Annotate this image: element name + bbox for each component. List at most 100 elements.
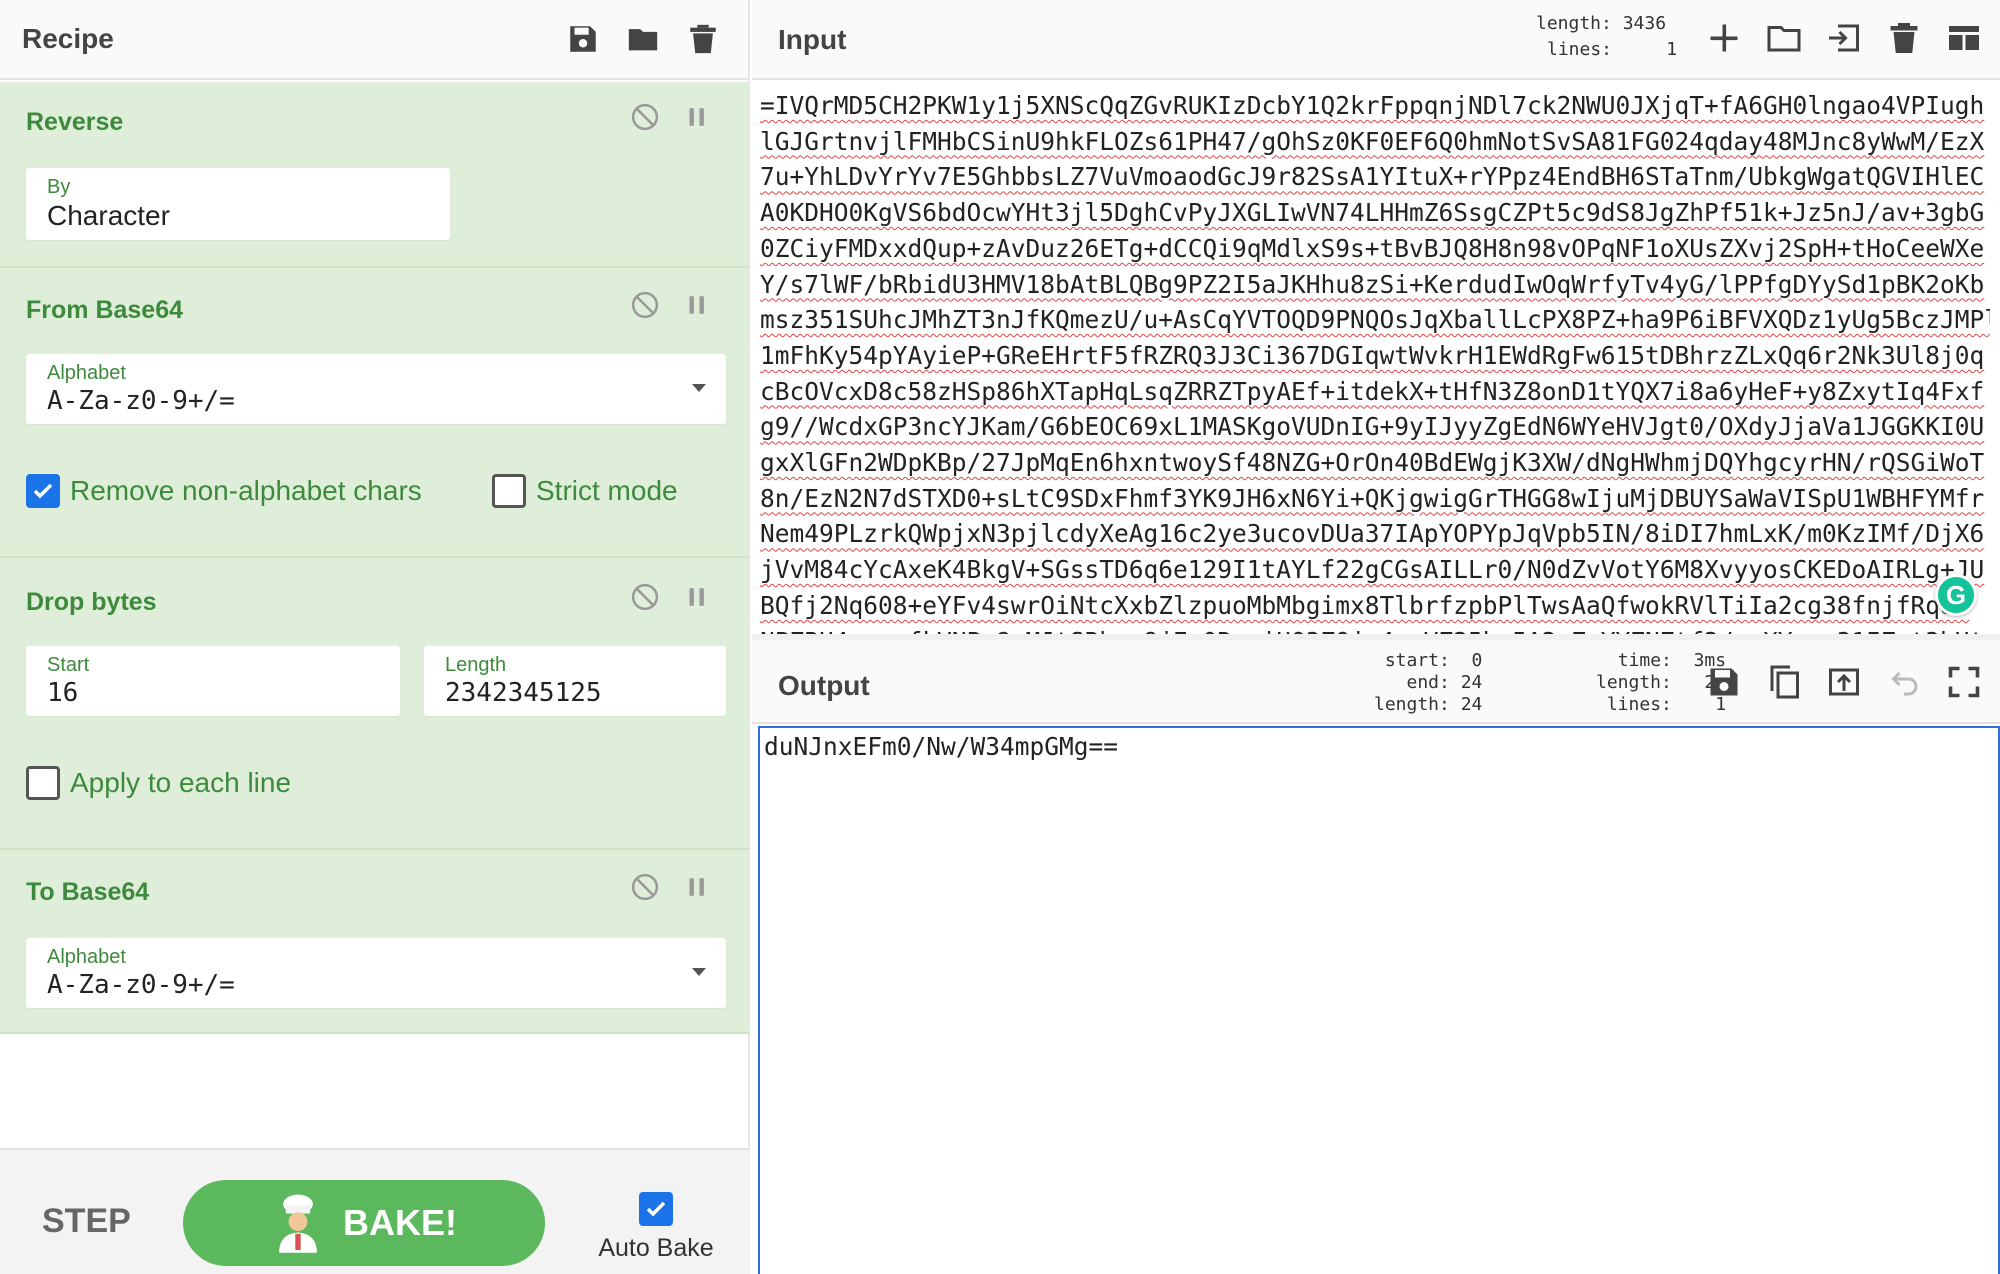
output-title: Output bbox=[778, 670, 870, 701]
pause-icon[interactable] bbox=[682, 102, 712, 132]
input-stats-lines: lines: 1 bbox=[1547, 39, 1677, 61]
checkbox-checked-icon bbox=[26, 474, 60, 508]
input-line: g9//WcdxGP3ncYJKam/G6bEOC69xL1MASKgoVUDn… bbox=[760, 412, 1985, 442]
input-line: 0ZCiyFMDxxdQup+zAvDuz26ETg+dCCQi9qMdlxS9… bbox=[760, 233, 1985, 263]
save-icon[interactable] bbox=[1706, 664, 1742, 700]
save-icon[interactable] bbox=[566, 22, 600, 56]
lines-stat-value: 1 bbox=[1666, 39, 1678, 60]
copy-icon[interactable] bbox=[1766, 664, 1802, 700]
grammarly-icon[interactable]: G bbox=[1935, 574, 1977, 616]
recipe-header: Recipe bbox=[0, 0, 748, 80]
apply-to-each-line-checkbox[interactable]: Apply to each line bbox=[26, 766, 291, 800]
output-text: duNJnxEFm0/Nw/W34mpGMg== bbox=[764, 732, 1119, 761]
input-line: 7u+YhLDvYrYv7E5GhbbsLZ7VuVmoaodGcJ9r82Ss… bbox=[760, 162, 1985, 192]
recipe-title: Recipe bbox=[22, 23, 114, 54]
length-stat-label: length: bbox=[1536, 13, 1612, 34]
bake-button[interactable]: BAKE! bbox=[183, 1180, 545, 1266]
length-stat-value: 24 bbox=[1460, 694, 1483, 715]
input-title: Input bbox=[778, 24, 847, 55]
start-label: Start bbox=[47, 654, 90, 676]
input-line: =IVQrMD5CH2PKW1y1j5XNScQqZGvRUKIzDcbY1Q2… bbox=[760, 91, 1985, 120]
lines-stat-label: lines: bbox=[1547, 39, 1613, 60]
input-line: Nem49PLzrkQWpjxN3pjlcdyXeAg16c2ye3ucovDU… bbox=[760, 519, 1985, 549]
length-label: Length bbox=[445, 654, 507, 676]
time-stat-label: time: bbox=[1617, 650, 1672, 671]
replace-input-icon[interactable] bbox=[1826, 664, 1862, 700]
operation-title: Reverse bbox=[26, 108, 124, 136]
disable-icon[interactable] bbox=[630, 872, 660, 902]
by-select[interactable]: By Character bbox=[26, 168, 450, 240]
olength-stat-label: length: bbox=[1596, 672, 1672, 693]
bake-label: BAKE! bbox=[343, 1202, 457, 1243]
bake-controls: STEP BAKE! Auto Bake bbox=[0, 1148, 750, 1274]
layout-icon[interactable] bbox=[1946, 20, 1982, 56]
operation-from-base64[interactable]: From Base64 Alphabet A-Za-z0-9+/= Remove… bbox=[0, 268, 750, 558]
folder-icon[interactable] bbox=[1766, 20, 1802, 56]
output-selection-stats: start: 0 end: 24 length: 24 bbox=[1374, 650, 1482, 716]
operation-title: To Base64 bbox=[26, 878, 150, 906]
undo-icon[interactable] bbox=[1886, 664, 1922, 700]
input-line: A0KDHO0KgVS6bdOcwYHt3jl5DghCvPyJXGLIwVN7… bbox=[760, 198, 1985, 228]
strict-mode-checkbox[interactable]: Strict mode bbox=[492, 474, 678, 508]
input-line: NPZBU4xvszfkVNPa8xMJtSBhpu9jEa0RzniUO3ZO… bbox=[760, 624, 1990, 634]
by-value: Character bbox=[47, 200, 170, 231]
by-label: By bbox=[47, 176, 71, 198]
operation-to-base64[interactable]: To Base64 Alphabet A-Za-z0-9+/= bbox=[0, 850, 750, 1034]
length-input[interactable]: Length 2342345125 bbox=[424, 646, 726, 716]
folder-icon[interactable] bbox=[626, 22, 660, 56]
alphabet-label: Alphabet bbox=[47, 946, 126, 968]
step-button[interactable]: STEP bbox=[42, 1202, 131, 1241]
chef-icon bbox=[279, 1194, 317, 1253]
checkbox-unchecked-icon bbox=[26, 766, 60, 800]
alphabet-select[interactable]: Alphabet A-Za-z0-9+/= bbox=[26, 354, 726, 424]
pause-icon[interactable] bbox=[682, 290, 712, 320]
input-line: gxXlGFn2WDpKBp/27JpMqEn6hxntwoySf48NZG+O… bbox=[760, 448, 1985, 478]
input-line: 8n/EzN2N7dSTXD0+sLtC9SDxFhmf3YK9JH6xN6Yi… bbox=[760, 483, 1985, 513]
input-line: cBcOVcxD8c58zHSp86hXTapHqLsqZRRZTpyAEf+i… bbox=[760, 376, 1985, 406]
import-icon[interactable] bbox=[1826, 20, 1862, 56]
checkbox-unchecked-icon bbox=[492, 474, 526, 508]
chevron-down-icon bbox=[692, 968, 706, 976]
start-input[interactable]: Start 16 bbox=[26, 646, 400, 716]
trash-icon[interactable] bbox=[686, 22, 720, 56]
input-header: Input length: 3436 lines: 1 bbox=[752, 0, 2000, 80]
alphabet-value: A-Za-z0-9+/= bbox=[47, 386, 235, 416]
disable-icon[interactable] bbox=[630, 582, 660, 612]
operation-reverse[interactable]: Reverse By Character bbox=[0, 82, 750, 268]
disable-icon[interactable] bbox=[630, 290, 660, 320]
input-line: msz351SUhcJMhZT3nJfKQmezU/u+AsCqYVTOQD9P… bbox=[760, 305, 1990, 335]
pause-icon[interactable] bbox=[682, 582, 712, 612]
input-line: jVvM84cYcAxeK4BkgV+SGssTD6q6e129I1tAYLf2… bbox=[760, 555, 1985, 585]
plus-icon[interactable] bbox=[1706, 20, 1742, 56]
checkbox-label: Apply to each line bbox=[70, 767, 292, 798]
input-line: BQfj2Nq608+eYFv4swrOiNtcXxbZlzpuoMbMbgim… bbox=[760, 590, 1970, 620]
start-stat-value: 0 bbox=[1471, 650, 1483, 671]
start-stat-label: start: bbox=[1384, 650, 1450, 671]
input-line: Y/s7lWF/bRbidU3HMV18bAtBLQBg9PZ2I5aJKHhu… bbox=[760, 269, 1985, 299]
output-header: Output start: 0 end: 24 length: 24 time:… bbox=[752, 640, 2000, 724]
length-stat-value: 3436 bbox=[1622, 13, 1667, 34]
alphabet-value: A-Za-z0-9+/= bbox=[47, 970, 235, 1000]
alphabet-select[interactable]: Alphabet A-Za-z0-9+/= bbox=[26, 938, 726, 1008]
disable-icon[interactable] bbox=[630, 102, 660, 132]
fullscreen-icon[interactable] bbox=[1946, 664, 1982, 700]
input-textarea[interactable]: =IVQrMD5CH2PKW1y1j5XNScQqZGvRUKIzDcbY1Q2… bbox=[752, 82, 2000, 634]
checkbox-label: Remove non-alphabet chars bbox=[70, 475, 422, 506]
length-stat-label: length: bbox=[1374, 694, 1450, 715]
input-stats: length: 3436 bbox=[1536, 13, 1666, 35]
trash-icon[interactable] bbox=[1886, 20, 1922, 56]
length-value: 2342345125 bbox=[445, 678, 602, 708]
lines-stat-label: lines: bbox=[1606, 694, 1672, 715]
checkbox-checked-icon bbox=[639, 1192, 673, 1226]
recipe-panel: Recipe Reverse By Character From Base64 bbox=[0, 0, 750, 1274]
auto-bake-checkbox[interactable]: Auto Bake bbox=[596, 1192, 716, 1263]
input-line: lGJGrtnvjlFMHbCSinU9hkFLOZs61PH47/gOhSz0… bbox=[760, 126, 1985, 156]
chevron-down-icon bbox=[692, 384, 706, 392]
remove-non-alphabet-checkbox[interactable]: Remove non-alphabet chars bbox=[26, 474, 422, 508]
pause-icon[interactable] bbox=[682, 872, 712, 902]
output-textarea[interactable]: duNJnxEFm0/Nw/W34mpGMg== bbox=[758, 726, 2000, 1274]
operation-drop-bytes[interactable]: Drop bytes Start 16 Length 2342345125 Ap… bbox=[0, 558, 750, 850]
alphabet-label: Alphabet bbox=[47, 362, 126, 384]
operation-title: From Base64 bbox=[26, 296, 184, 324]
io-panel: Input length: 3436 lines: 1 =IVQrMD5CH2P… bbox=[752, 0, 2000, 1274]
